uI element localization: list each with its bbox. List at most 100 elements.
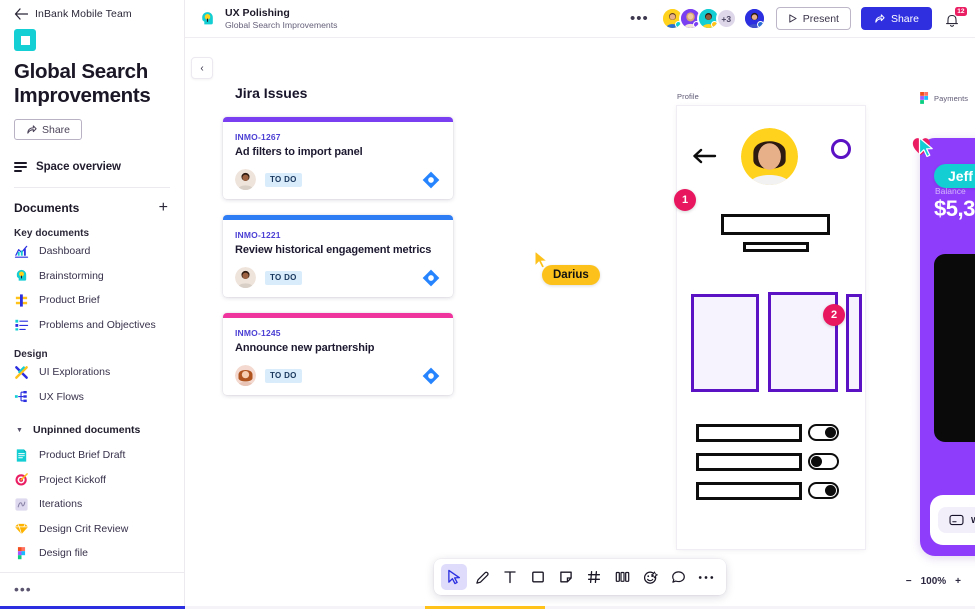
sidebar-item-label: Design file — [39, 547, 89, 560]
profile-row-placeholder — [696, 424, 802, 442]
sidebar-item-label: Product Brief — [39, 294, 100, 307]
share-button[interactable]: Share — [860, 7, 932, 30]
table-tool[interactable] — [609, 564, 635, 590]
profile-frame[interactable] — [677, 106, 865, 549]
sidebar-item-design-file[interactable]: Design file — [14, 541, 170, 566]
back-to-team-link[interactable]: InBank Mobile Team — [14, 0, 170, 22]
jira-issue-key: INMO-1267 — [235, 132, 281, 142]
x-cross-icon — [15, 365, 28, 379]
cursor-icon — [447, 569, 460, 585]
profile-row-placeholder — [696, 453, 802, 471]
payments-frame-label: Payments — [920, 92, 968, 104]
notifications-button[interactable]: 12 — [943, 6, 967, 30]
list-lines-icon — [14, 162, 27, 172]
comment-badge-1[interactable]: 1 — [674, 189, 696, 211]
sticky-note-icon — [560, 571, 572, 583]
cursor-name: Darius — [553, 269, 589, 281]
sidebar-item-brainstorming[interactable]: Brainstorming — [14, 264, 170, 289]
sidebar-item-iterations[interactable]: Iterations — [14, 492, 170, 517]
collapse-sidebar-button[interactable]: ‹ — [191, 57, 213, 79]
sidebar-item-label: UX Flows — [39, 390, 84, 403]
chevron-down-icon: ▼ — [16, 426, 23, 434]
group-label-key-documents: Key documents — [14, 228, 90, 239]
cursor-name: Jeff — [948, 168, 973, 184]
more-tools[interactable] — [693, 564, 719, 590]
sidebar-share-button[interactable]: Share — [14, 119, 82, 140]
jira-issue-summary: Review historical engagement metrics — [235, 244, 432, 256]
sidebar-item-dashboard[interactable]: Dashboard — [14, 239, 170, 264]
payments-dock: Wallet — [930, 495, 975, 545]
sidebar-item-design-crit-review[interactable]: Design Crit Review — [14, 517, 170, 542]
chart-icon — [14, 245, 29, 258]
frame-tool[interactable] — [581, 564, 607, 590]
pen-tool[interactable] — [469, 564, 495, 590]
comment-tool[interactable] — [665, 564, 691, 590]
canvas[interactable]: ‹ Jira Issues INMO-1267 Ad filters to im… — [185, 38, 975, 609]
jira-issues-title: Jira Issues — [235, 85, 308, 101]
avatar-overflow-count[interactable]: +3 — [715, 8, 737, 29]
zoom-control: − 100% + — [906, 576, 961, 587]
emoji-tool[interactable] — [637, 564, 663, 590]
unpinned-documents-toggle[interactable]: ▼ Unpinned documents — [14, 417, 170, 443]
sidebar-share-label: Share — [41, 123, 71, 136]
zoom-out-button[interactable]: − — [906, 576, 912, 587]
profile-panel — [691, 294, 759, 392]
select-tool[interactable] — [441, 564, 467, 590]
jira-card[interactable]: INMO-1245 Announce new partnership TO DO — [223, 313, 453, 395]
sidebar-item-product-brief-draft[interactable]: Product Brief Draft — [14, 443, 170, 468]
sidebar-item-product-brief[interactable]: Product Brief — [14, 288, 170, 313]
add-document-button[interactable]: + — [159, 200, 170, 216]
balance-amount: $5,345.00 — [934, 196, 975, 221]
figma-icon — [920, 92, 929, 104]
sidebar-item-problems-objectives[interactable]: Problems and Objectives — [14, 313, 170, 338]
profile-row-placeholder — [696, 482, 802, 500]
card-label: Credit — [896, 370, 915, 418]
comment-badge-2[interactable]: 2 — [823, 304, 845, 326]
sidebar-more-button[interactable]: ••• — [0, 573, 184, 609]
text-t-icon — [504, 571, 516, 584]
avatar[interactable] — [742, 7, 766, 30]
topbar-more-button[interactable]: ••• — [630, 10, 649, 27]
wallet-icon — [949, 514, 964, 526]
present-button[interactable]: Present — [775, 7, 851, 30]
share-label: Share — [890, 12, 919, 25]
space-title: Global Search Improvements — [14, 60, 151, 107]
back-label: InBank Mobile Team — [35, 8, 132, 20]
jira-icon — [422, 171, 440, 188]
sidebar-item-label: Design Crit Review — [39, 522, 129, 535]
profile-toggle[interactable] — [808, 453, 839, 470]
cursor-pointer-stephanie-icon — [918, 137, 933, 158]
back-arrow-icon — [14, 8, 28, 20]
topbar: UX Polishing Global Search Improvements … — [185, 0, 975, 38]
credit-card-front: Credit •••• •••• •••• 6790 — [896, 254, 975, 442]
profile-toggle[interactable] — [808, 482, 839, 499]
jira-issue-key: INMO-1221 — [235, 230, 281, 240]
hash-frame-icon — [587, 570, 601, 584]
profile-toggle[interactable] — [808, 424, 839, 441]
file-meta: UX Polishing Global Search Improvements — [225, 7, 338, 31]
notification-badge: 12 — [954, 6, 967, 16]
profile-subtitle-placeholder — [743, 242, 809, 252]
sticky-note-tool[interactable] — [553, 564, 579, 590]
jira-issues-column: Jira Issues INMO-1267 Ad filters to impo… — [223, 85, 453, 395]
avatar — [235, 267, 256, 288]
text-tool[interactable] — [497, 564, 523, 590]
play-icon — [789, 14, 797, 23]
jira-card[interactable]: INMO-1267 Ad filters to import panel TO … — [223, 117, 453, 199]
checklist-icon — [15, 320, 29, 331]
sidebar-item-ui-explorations[interactable]: UI Explorations — [14, 360, 170, 385]
app-root: InBank Mobile Team Global Search Improve… — [0, 0, 975, 609]
jira-card[interactable]: INMO-1221 Review historical engagement m… — [223, 215, 453, 297]
unpinned-label: Unpinned documents — [33, 424, 141, 436]
jira-issue-summary: Announce new partnership — [235, 342, 375, 354]
sidebar-item-project-kickoff[interactable]: Project Kickoff — [14, 468, 170, 493]
shape-tool[interactable] — [525, 564, 551, 590]
sidebar-item-label: Iterations — [39, 498, 83, 511]
payments-label-text: Payments — [934, 93, 969, 103]
dock-wallet-button[interactable]: Wallet — [938, 507, 975, 533]
payments-frame[interactable]: Balance Jeff $5,345.00 Credit •••• •••• … — [896, 138, 975, 556]
sidebar-item-space-overview[interactable]: Space overview — [14, 161, 170, 173]
sidebar-item-ux-flows[interactable]: UX Flows — [14, 385, 170, 410]
jira-icon — [422, 269, 440, 286]
zoom-in-button[interactable]: + — [955, 576, 961, 587]
